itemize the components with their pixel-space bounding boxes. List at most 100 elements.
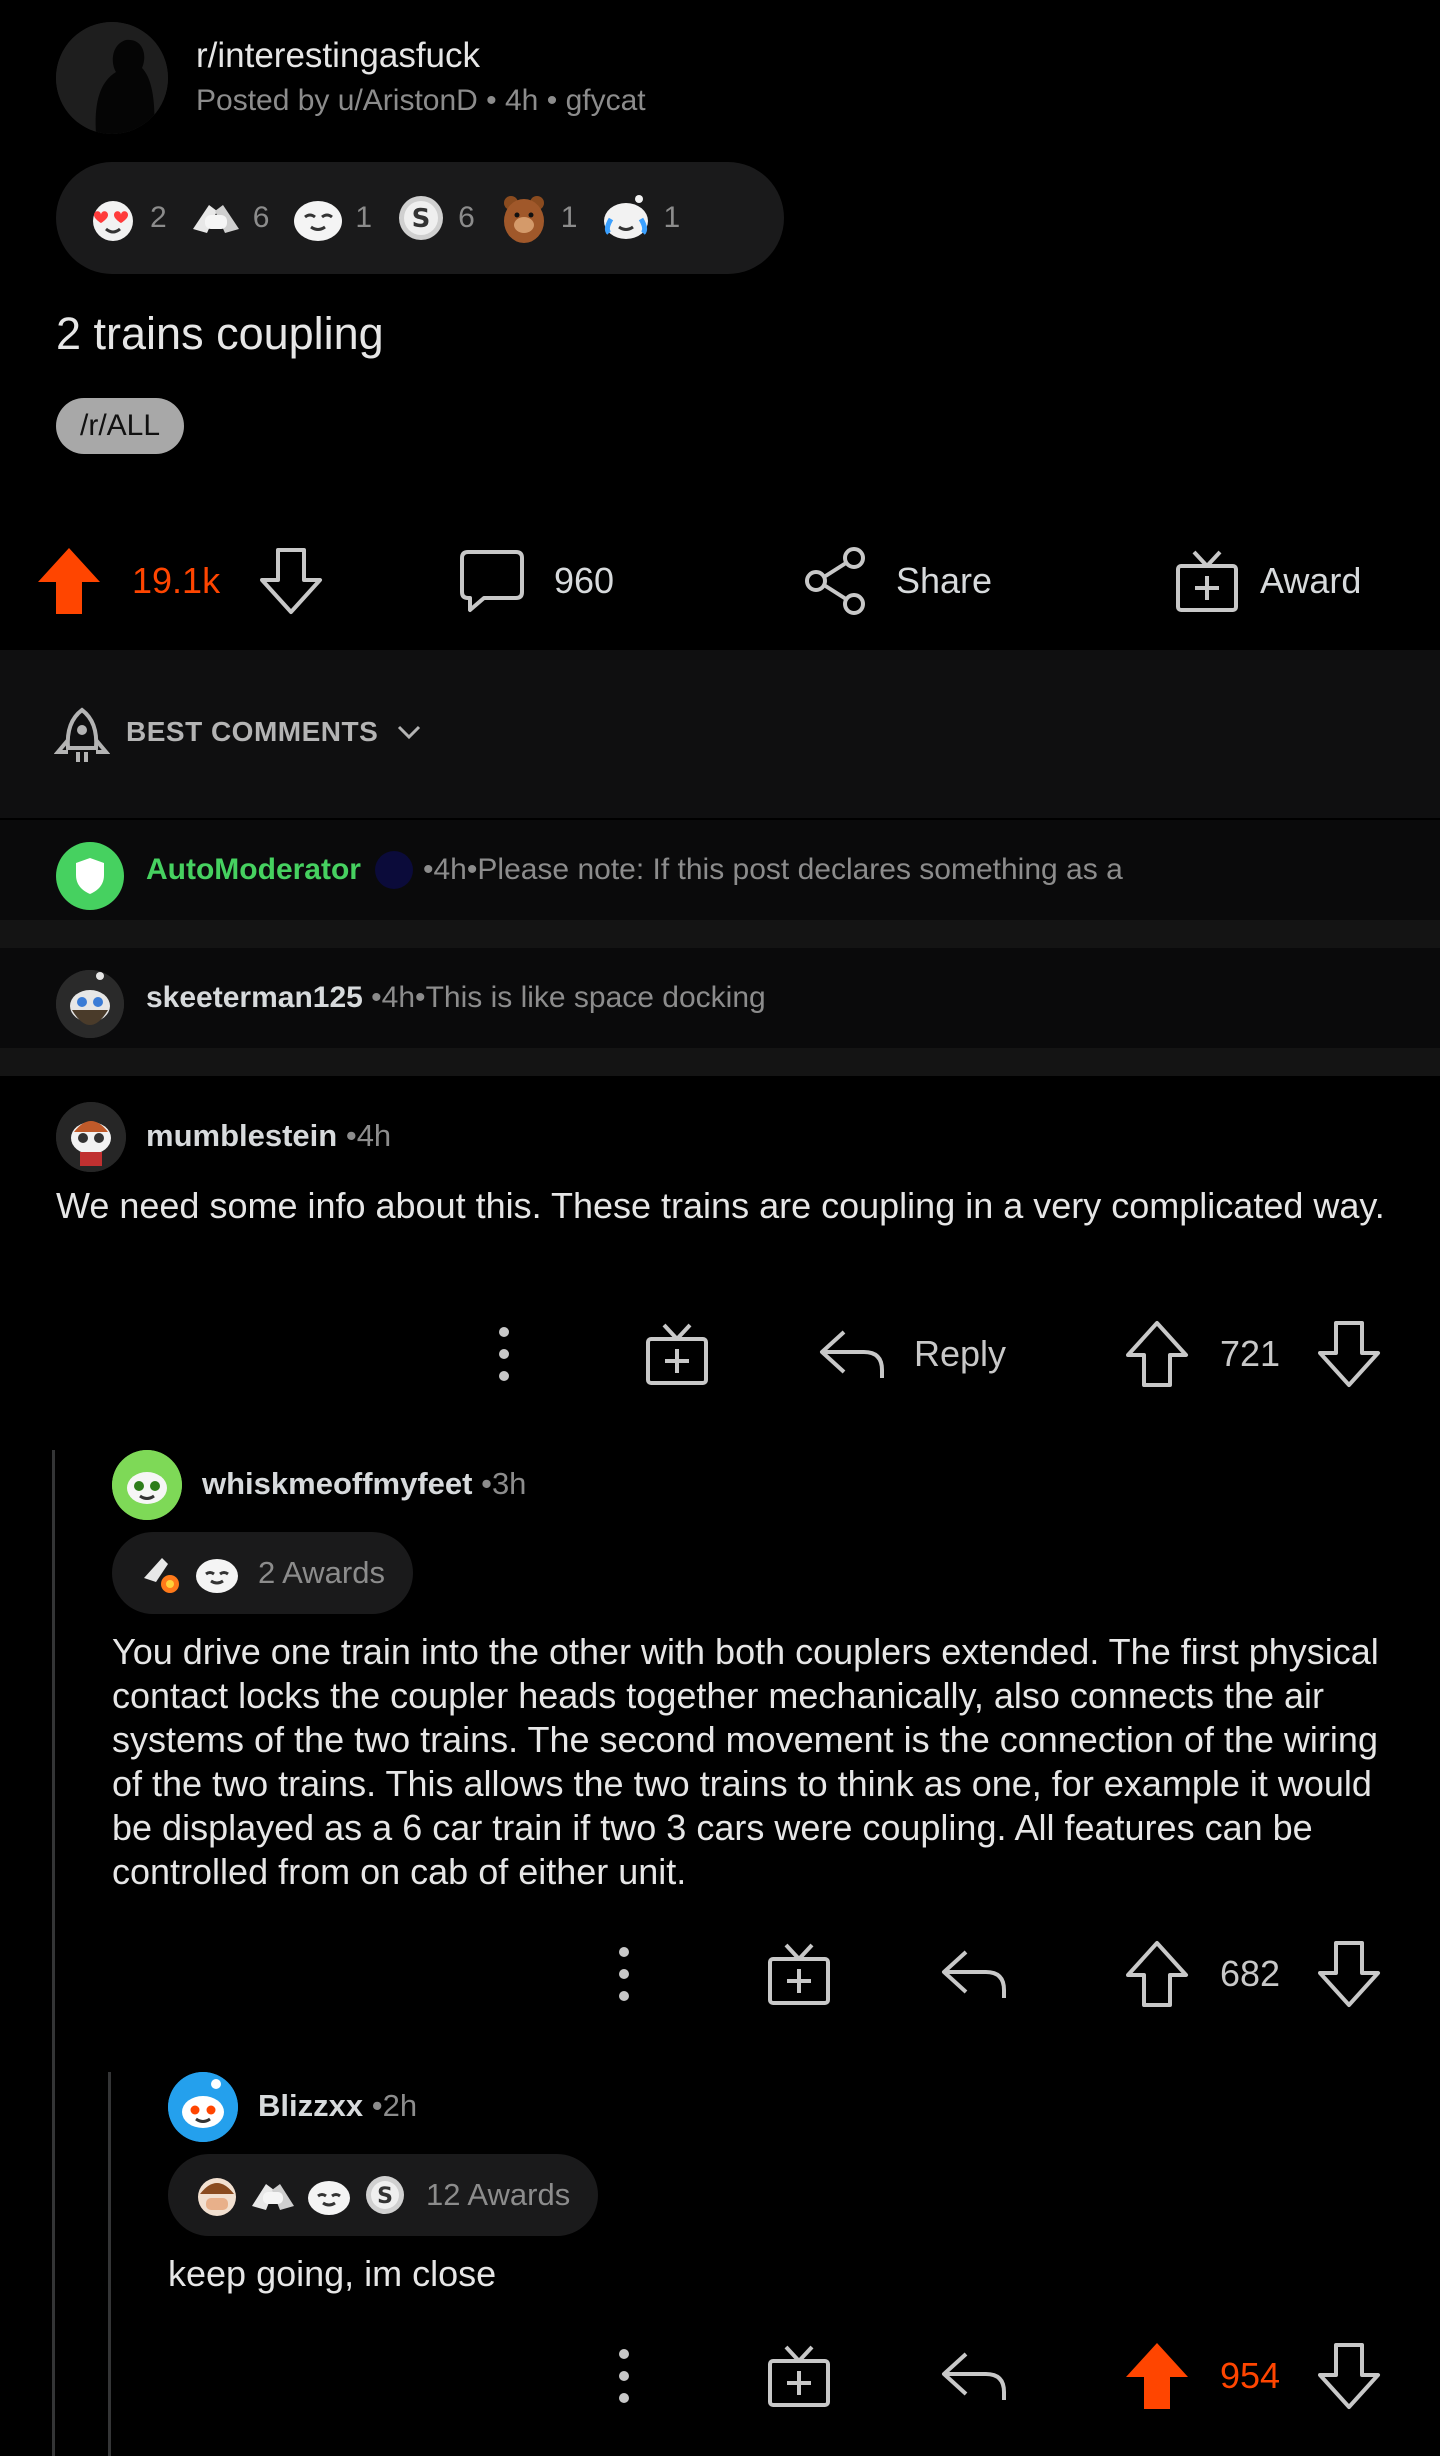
- award-count: 1: [355, 201, 373, 234]
- downvote-icon: [1318, 1321, 1380, 1387]
- comment-vote-count: 954: [1220, 2355, 1281, 2396]
- comment-username[interactable]: skeeterman125: [146, 981, 363, 1015]
- reply-button[interactable]: [940, 2326, 1008, 2426]
- more-vertical-icon: [619, 1947, 629, 2001]
- reply-button[interactable]: Reply: [818, 1304, 1006, 1404]
- post-awards-strip[interactable]: 2 6 1 S 6 1 1: [56, 162, 784, 274]
- award-count: 6: [458, 201, 475, 234]
- comment-username[interactable]: AutoModerator: [146, 853, 361, 887]
- share-icon: [805, 547, 865, 615]
- comment-username[interactable]: whiskmeoffmyfeet: [202, 1466, 472, 1502]
- avatar[interactable]: [56, 1102, 126, 1172]
- wholesome-award-icon: [294, 201, 343, 241]
- rocket-like-award-icon: [144, 1558, 179, 1593]
- hands-clasp-award-icon: [192, 205, 239, 233]
- comment-header: whiskmeoffmyfeet • 3h: [202, 1466, 527, 1502]
- post-source: gfycat: [565, 84, 646, 117]
- share-label: Share: [896, 560, 993, 601]
- chevron-down-icon: [397, 725, 421, 740]
- comment-vote-count: 682: [1220, 1953, 1281, 1994]
- post-action-bar: 19.1k 960 Share Award: [0, 525, 1440, 637]
- award-count: 2: [150, 201, 167, 234]
- comment-sort-bar[interactable]: BEST COMMENTS: [0, 650, 1440, 818]
- mod-badge: [374, 851, 413, 889]
- post-flair[interactable]: /r/ALL: [56, 398, 185, 454]
- award-button[interactable]: Award: [1174, 525, 1361, 637]
- comment-count: 960: [554, 560, 615, 601]
- avatar[interactable]: [112, 1450, 182, 1520]
- downvote-icon: [1318, 2343, 1380, 2409]
- post-title[interactable]: 2 trains coupling: [56, 308, 384, 360]
- svg-text:S: S: [377, 2184, 393, 2209]
- avatar[interactable]: [56, 842, 124, 910]
- comment-actions: 954: [0, 2326, 1440, 2426]
- post-meta: Posted by u/AristonD • 4h • gfycat: [196, 84, 646, 117]
- comment-actions: Reply 721: [0, 1304, 1440, 1404]
- reply-button[interactable]: [940, 1924, 1008, 2024]
- comment-awards[interactable]: 2 Awards: [112, 1532, 413, 1614]
- award-label: Award: [1260, 560, 1362, 601]
- upvote-icon: [1126, 1941, 1188, 2007]
- upvote-button[interactable]: [1124, 1924, 1190, 2024]
- avatar[interactable]: [56, 970, 124, 1038]
- comment-header: mumblestein • 4h: [146, 1118, 392, 1154]
- share-button[interactable]: Share: [804, 525, 992, 637]
- gift-icon: [768, 1943, 830, 2005]
- reply-label: Reply: [914, 1333, 1007, 1374]
- comment-header: Blizzxx • 2h: [258, 2088, 418, 2124]
- award-item[interactable]: S 6: [392, 189, 475, 247]
- more-options-button[interactable]: [482, 1304, 526, 1404]
- award-item[interactable]: 1: [495, 189, 578, 247]
- collapsed-comment[interactable]: skeeterman125 • 4h • This is like space …: [0, 948, 1440, 1048]
- upvote-button[interactable]: [1124, 1304, 1190, 1404]
- gift-icon: [646, 1323, 708, 1385]
- heart-eyes-award-icon: [93, 201, 133, 241]
- rocket-icon: [54, 707, 110, 762]
- comment-body: keep going, im close: [168, 2253, 497, 2294]
- downvote-button[interactable]: [1316, 2326, 1382, 2426]
- post-author[interactable]: Posted by u/AristonD: [196, 84, 478, 117]
- collapsed-comment[interactable]: AutoModerator • 4h • Please note: If thi…: [0, 820, 1440, 920]
- divider: [0, 920, 1440, 948]
- shield-icon: [76, 858, 104, 894]
- give-award-button[interactable]: [644, 1304, 710, 1404]
- more-options-button[interactable]: [602, 1924, 646, 2024]
- divider: [0, 1048, 1440, 1076]
- comment-preview: Please note: If this post declares somet…: [477, 853, 1123, 886]
- awards-count-label: 2 Awards: [258, 1555, 385, 1590]
- downvote-button[interactable]: [1316, 1304, 1382, 1404]
- gift-icon: [768, 2345, 830, 2407]
- hands-clasp-award-icon: [252, 2184, 294, 2210]
- award-item[interactable]: 1: [597, 189, 680, 247]
- comment-username[interactable]: Blizzxx: [258, 2088, 363, 2124]
- avatar[interactable]: [168, 2072, 238, 2142]
- comment-username[interactable]: mumblestein: [146, 1118, 337, 1154]
- give-award-button[interactable]: [766, 2326, 832, 2426]
- upvote-filled-icon: [1126, 2343, 1188, 2409]
- subreddit-name[interactable]: r/interestingasfuck: [196, 36, 480, 76]
- snoo-avatar-icon: [112, 1450, 182, 1520]
- comment-awards[interactable]: S 12 Awards: [168, 2154, 599, 2236]
- award-count: 1: [560, 201, 578, 234]
- award-item[interactable]: 2: [84, 189, 167, 247]
- more-options-button[interactable]: [602, 2326, 646, 2426]
- subreddit-avatar[interactable]: [56, 22, 168, 134]
- gift-icon: [1176, 550, 1238, 612]
- downvote-button[interactable]: [1316, 1924, 1382, 2024]
- upvote-button[interactable]: [36, 525, 102, 637]
- award-count: 1: [663, 201, 681, 234]
- comment-preview: This is like space docking: [425, 981, 766, 1014]
- svg-text:S: S: [412, 204, 431, 234]
- downvote-button[interactable]: [258, 525, 324, 637]
- award-item[interactable]: 6: [187, 189, 269, 247]
- wholesome-award-icon: [196, 1559, 238, 1593]
- comment-age: 2h: [382, 2088, 418, 2123]
- upvote-button[interactable]: [1124, 2326, 1190, 2426]
- bear-award-icon: [503, 196, 544, 243]
- award-item[interactable]: 1: [289, 189, 372, 247]
- snoo-avatar-icon: [56, 970, 124, 1038]
- silver-award-icon: S: [366, 2176, 404, 2214]
- give-award-button[interactable]: [766, 1924, 832, 2024]
- comments-button[interactable]: 960: [458, 525, 614, 637]
- facepalm-award-icon: [198, 2178, 236, 2216]
